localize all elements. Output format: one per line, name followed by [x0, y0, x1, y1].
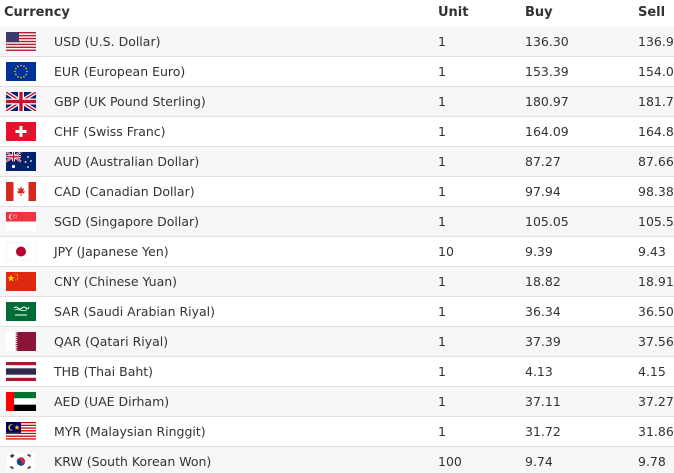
- table-row: EUR (European Euro) 1 153.39 154.07: [0, 57, 674, 87]
- table-row: USD (U.S. Dollar) 1 136.30 136.90: [0, 27, 674, 57]
- buy-rate: 97.94: [525, 184, 561, 199]
- currency-name: JPY (Japanese Yen): [54, 244, 169, 259]
- sell-rate: 154.07: [638, 64, 674, 79]
- currency-name: AED (UAE Dirham): [54, 394, 170, 409]
- buy-rate: 180.97: [525, 94, 569, 109]
- buy-rate: 164.09: [525, 124, 569, 139]
- unit-value: 1: [438, 364, 446, 379]
- table-row: CHF (Swiss Franc) 1 164.09 164.81: [0, 117, 674, 147]
- buy-rate: 153.39: [525, 64, 569, 79]
- table-body: USD (U.S. Dollar) 1 136.30 136.90 EUR (Europ…: [0, 27, 674, 473]
- buy-rate: 37.11: [525, 394, 561, 409]
- sell-rate: 37.56: [638, 334, 674, 349]
- currency-name: CNY (Chinese Yuan): [54, 274, 178, 289]
- buy-rate: 36.34: [525, 304, 561, 319]
- currency-name: USD (U.S. Dollar): [54, 34, 161, 49]
- header-buy: Buy: [525, 5, 553, 20]
- unit-value: 1: [438, 304, 446, 319]
- unit-value: 1: [438, 184, 446, 199]
- currency-name: CHF (Swiss Franc): [54, 124, 166, 139]
- currency-name: CAD (Canadian Dollar): [54, 184, 195, 199]
- sell-rate: 36.50: [638, 304, 674, 319]
- currency-name: THB (Thai Baht): [54, 364, 154, 379]
- sell-rate: 164.81: [638, 124, 674, 139]
- sell-rate: 136.90: [638, 34, 674, 49]
- unit-value: 1: [438, 94, 446, 109]
- currency-name: EUR (European Euro): [54, 64, 186, 79]
- buy-rate: 87.27: [525, 154, 561, 169]
- malaysia-flag-icon: [6, 422, 36, 441]
- unit-value: 1: [438, 274, 446, 289]
- uae-flag-icon: [6, 392, 36, 411]
- unit-value: 100: [438, 454, 462, 469]
- us-flag-icon: [6, 32, 36, 51]
- table-row: CNY (Chinese Yuan) 1 18.82 18.91: [0, 267, 674, 297]
- currency-name: SGD (Singapore Dollar): [54, 214, 200, 229]
- swiss-flag-icon: [6, 122, 36, 141]
- currency-name: SAR (Saudi Arabian Riyal): [54, 304, 216, 319]
- buy-rate: 9.39: [525, 244, 553, 259]
- buy-rate: 4.13: [525, 364, 553, 379]
- buy-rate: 18.82: [525, 274, 561, 289]
- table-row: QAR (Qatari Riyal) 1 37.39 37.56: [0, 327, 674, 357]
- sell-rate: 98.38: [638, 184, 674, 199]
- unit-value: 1: [438, 64, 446, 79]
- header-currency: Currency: [4, 5, 70, 20]
- table-row: THB (Thai Baht) 1 4.13 4.15: [0, 357, 674, 387]
- saudi-flag-icon: [6, 302, 36, 321]
- sell-rate: 9.43: [638, 244, 666, 259]
- table-row: AED (UAE Dirham) 1 37.11 37.27: [0, 387, 674, 417]
- currency-name: QAR (Qatari Riyal): [54, 334, 169, 349]
- exchange-rate-table: Currency Unit Buy Sell USD (U.S. Dollar)…: [0, 0, 674, 473]
- sell-rate: 87.66: [638, 154, 674, 169]
- uk-flag-icon: [6, 92, 36, 111]
- table-row: GBP (UK Pound Sterling) 1 180.97 181.77: [0, 87, 674, 117]
- singapore-flag-icon: [6, 212, 36, 231]
- buy-rate: 105.05: [525, 214, 569, 229]
- table-row: SAR (Saudi Arabian Riyal) 1 36.34 36.50: [0, 297, 674, 327]
- sell-rate: 9.78: [638, 454, 666, 469]
- thailand-flag-icon: [6, 362, 36, 381]
- korea-flag-icon: [6, 452, 36, 471]
- table-row: KRW (South Korean Won) 100 9.74 9.78: [0, 447, 674, 473]
- table-row: CAD (Canadian Dollar) 1 97.94 98.38: [0, 177, 674, 207]
- table-row: JPY (Japanese Yen) 10 9.39 9.43: [0, 237, 674, 267]
- header-unit: Unit: [438, 5, 469, 20]
- currency-name: MYR (Malaysian Ringgit): [54, 424, 206, 439]
- unit-value: 1: [438, 394, 446, 409]
- currency-name: AUD (Australian Dollar): [54, 154, 200, 169]
- currency-name: GBP (UK Pound Sterling): [54, 94, 206, 109]
- buy-rate: 31.72: [525, 424, 561, 439]
- china-flag-icon: [6, 272, 36, 291]
- table-header: Currency Unit Buy Sell: [0, 0, 674, 28]
- unit-value: 1: [438, 334, 446, 349]
- unit-value: 1: [438, 124, 446, 139]
- canada-flag-icon: [6, 182, 36, 201]
- header-sell: Sell: [638, 5, 666, 20]
- table-row: SGD (Singapore Dollar) 1 105.05 105.51: [0, 207, 674, 237]
- japan-flag-icon: [6, 242, 36, 261]
- currency-name: KRW (South Korean Won): [54, 454, 212, 469]
- table-row: MYR (Malaysian Ringgit) 1 31.72 31.86: [0, 417, 674, 447]
- australia-flag-icon: [6, 152, 36, 171]
- unit-value: 1: [438, 34, 446, 49]
- buy-rate: 9.74: [525, 454, 553, 469]
- eu-flag-icon: [6, 62, 36, 81]
- unit-value: 1: [438, 424, 446, 439]
- sell-rate: 181.77: [638, 94, 674, 109]
- unit-value: 10: [438, 244, 454, 259]
- buy-rate: 136.30: [525, 34, 569, 49]
- unit-value: 1: [438, 214, 446, 229]
- unit-value: 1: [438, 154, 446, 169]
- sell-rate: 18.91: [638, 274, 674, 289]
- sell-rate: 37.27: [638, 394, 674, 409]
- buy-rate: 37.39: [525, 334, 561, 349]
- sell-rate: 4.15: [638, 364, 666, 379]
- qatar-flag-icon: [6, 332, 36, 351]
- sell-rate: 105.51: [638, 214, 674, 229]
- table-row: AUD (Australian Dollar) 1 87.27 87.66: [0, 147, 674, 177]
- sell-rate: 31.86: [638, 424, 674, 439]
